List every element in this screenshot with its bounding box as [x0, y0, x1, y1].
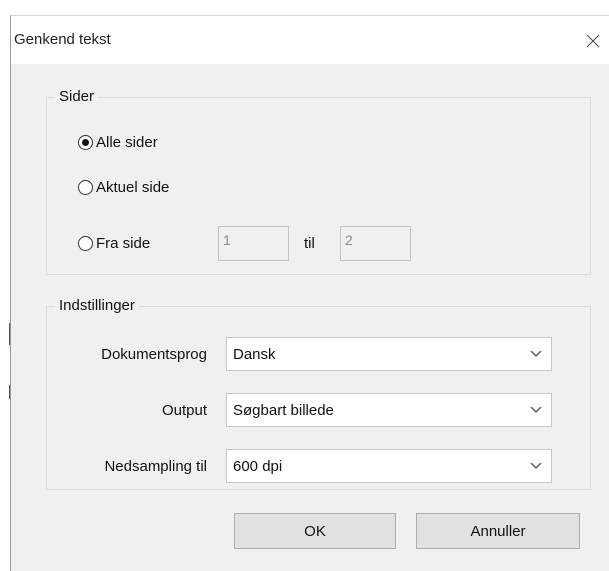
- recognize-text-dialog: Genkend tekst Sider Alle sider Aktuel si…: [10, 15, 609, 571]
- settings-group-legend: Indstillinger: [55, 297, 139, 315]
- pages-group: Sider Alle sider Aktuel side Fra side 1 …: [46, 88, 591, 275]
- downsampling-label: Nedsampling til: [104, 458, 207, 475]
- downsampling-select[interactable]: 600 dpi: [226, 449, 552, 483]
- radio-from-page-label: Fra side: [96, 235, 151, 252]
- cancel-button[interactable]: Annuller: [416, 513, 580, 549]
- ok-button[interactable]: OK: [234, 513, 396, 549]
- chevron-down-icon: [530, 350, 542, 357]
- radio-all-pages[interactable]: Alle sider: [78, 134, 158, 151]
- page: Genkend tekst Sider Alle sider Aktuel si…: [0, 0, 609, 571]
- radio-button[interactable]: [78, 180, 93, 195]
- output-label: Output: [161, 402, 207, 419]
- pages-group-legend: Sider: [55, 88, 99, 106]
- radio-from-page[interactable]: Fra side: [78, 235, 150, 252]
- document-language-value: Dansk: [233, 345, 276, 363]
- radio-current-page[interactable]: Aktuel side: [78, 179, 169, 196]
- title-bar: Genkend tekst: [11, 16, 609, 64]
- radio-button[interactable]: [78, 135, 93, 150]
- dropdown-arrow[interactable]: [521, 450, 551, 482]
- radio-button[interactable]: [78, 236, 93, 251]
- radio-selected-dot: [82, 139, 89, 146]
- dropdown-arrow[interactable]: [521, 338, 551, 370]
- dropdown-arrow[interactable]: [521, 394, 551, 426]
- downsampling-value: 600 dpi: [233, 457, 283, 475]
- document-language-select[interactable]: Dansk: [226, 337, 552, 371]
- radio-all-pages-label: Alle sider: [96, 134, 158, 151]
- close-icon: [586, 34, 600, 48]
- dialog-title: Genkend tekst: [14, 31, 111, 48]
- chevron-down-icon: [530, 462, 542, 469]
- output-value: Søgbart billede: [233, 401, 334, 419]
- from-page-input[interactable]: 1: [218, 226, 289, 261]
- close-button[interactable]: [576, 24, 609, 58]
- to-label: til: [304, 235, 315, 252]
- document-language-label: Dokumentsprog: [101, 346, 207, 363]
- output-select[interactable]: Søgbart billede: [226, 393, 552, 427]
- to-page-input[interactable]: 2: [340, 226, 411, 261]
- radio-current-page-label: Aktuel side: [96, 179, 170, 196]
- settings-group: Indstillinger Dokumentsprog Dansk Output…: [46, 297, 591, 490]
- chevron-down-icon: [530, 406, 542, 413]
